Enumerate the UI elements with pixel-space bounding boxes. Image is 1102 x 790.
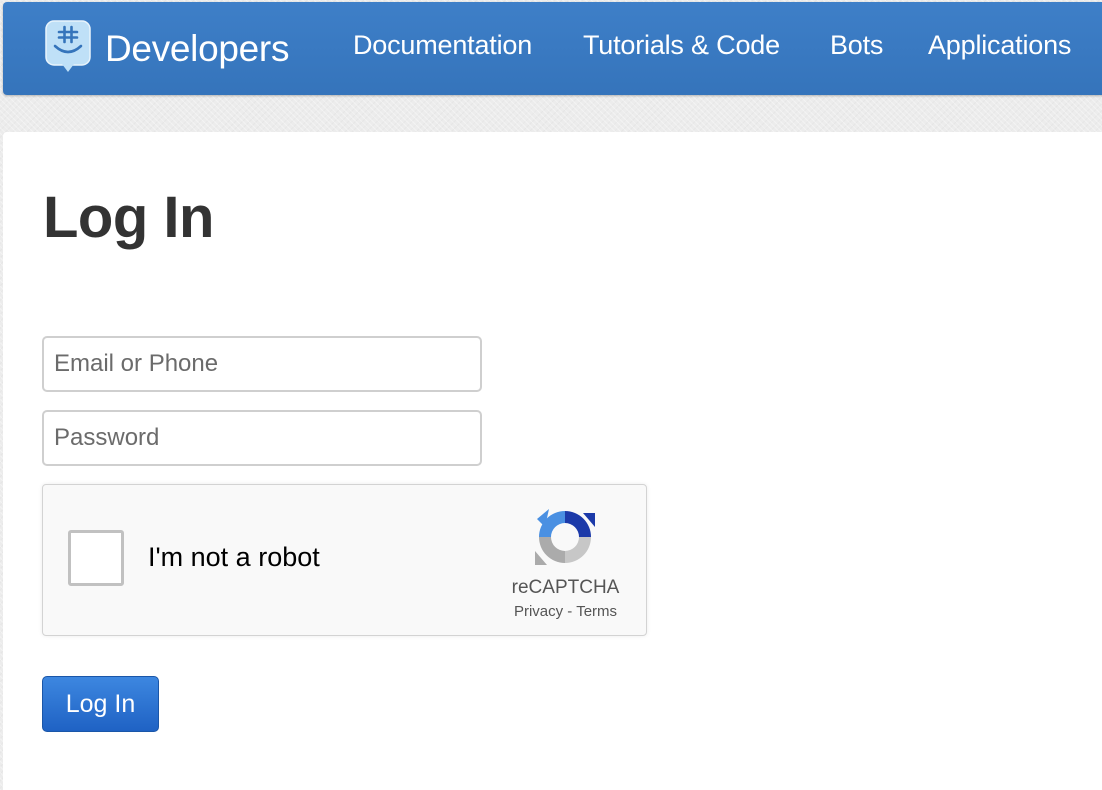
- nav-documentation[interactable]: Documentation: [353, 30, 532, 61]
- recaptcha-checkbox[interactable]: [68, 530, 124, 586]
- top-navbar: Developers Documentation Tutorials & Cod…: [3, 2, 1102, 95]
- recaptcha-label: I'm not a robot: [148, 542, 320, 572]
- page-title: Log In: [43, 185, 214, 250]
- login-panel: Log In I'm not a robot reCAPTCHA Privacy…: [3, 132, 1102, 790]
- brand-text: Developers: [105, 28, 290, 69]
- nav-tutorials-code[interactable]: Tutorials & Code: [583, 30, 780, 61]
- brand-link[interactable]: Developers: [45, 19, 289, 75]
- recaptcha-terms-link[interactable]: Terms: [576, 603, 617, 620]
- nav-bots[interactable]: Bots: [830, 30, 883, 61]
- recaptcha-links-separator: -: [567, 603, 573, 620]
- recaptcha-widget: I'm not a robot reCAPTCHA Privacy - Term…: [42, 484, 647, 636]
- groupme-logo-icon: [45, 20, 91, 74]
- recaptcha-links: Privacy - Terms: [483, 603, 648, 620]
- recaptcha-brand: reCAPTCHA: [511, 577, 620, 598]
- email-phone-input[interactable]: [42, 336, 482, 392]
- recaptcha-privacy-link[interactable]: Privacy: [514, 603, 563, 620]
- password-input[interactable]: [42, 410, 482, 466]
- login-button[interactable]: Log In: [42, 676, 159, 732]
- nav-applications[interactable]: Applications: [928, 30, 1071, 61]
- recaptcha-logo-icon: [533, 505, 597, 569]
